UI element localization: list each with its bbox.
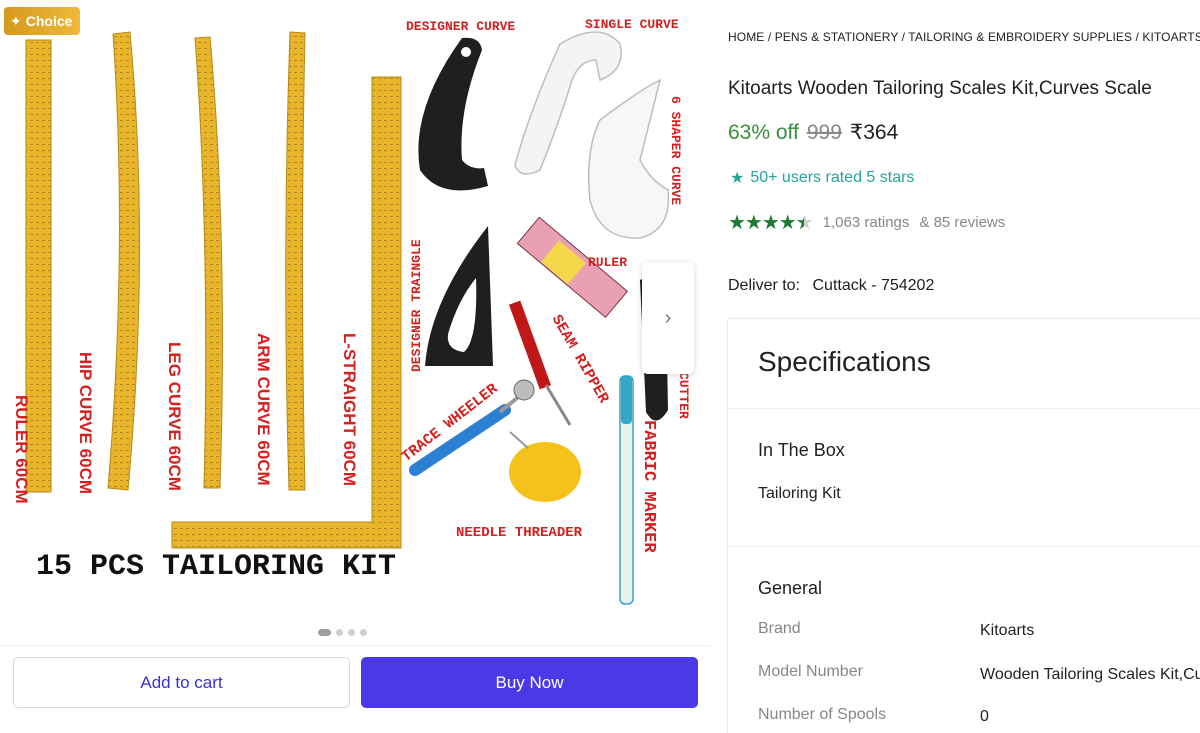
divider	[728, 408, 1200, 409]
chevron-right-icon: ›	[664, 306, 672, 329]
designer-curve-graphic	[418, 37, 488, 191]
label-fabric-marker: FABRIC MARKER	[639, 420, 658, 553]
shaper-curve-graphic	[588, 78, 670, 239]
label-l-straight: L-STRAIGHT 60CM	[340, 333, 359, 486]
carousel-dot-active[interactable]	[318, 629, 331, 636]
product-image: RULER 60CM HIP CURVE 60CM LEG CURVE 60CM…	[12, 17, 691, 605]
label-single-curve: SINGLE CURVE	[585, 17, 679, 32]
label-leg-curve: LEG CURVE 60CM	[165, 342, 184, 491]
carousel-indicator	[318, 629, 367, 636]
breadcrumb[interactable]: HOME / PENS & STATIONERY / TAILORING & E…	[728, 30, 1200, 44]
spec-key-number-of-spools: Number of Spools	[758, 706, 887, 723]
carousel-dot[interactable]	[336, 629, 343, 636]
label-arm-curve: ARM CURVE 60CM	[254, 333, 273, 486]
label-hip-curve: HIP CURVE 60CM	[76, 352, 95, 494]
carousel-dot[interactable]	[348, 629, 355, 636]
label-ruler: RULER 60CM	[12, 395, 31, 504]
spec-key-model-number: Model Number	[758, 663, 863, 680]
divider	[728, 546, 1200, 547]
label-cutter: CUTTER	[676, 372, 691, 419]
label-seam-ripper: SEAM RIPPER	[548, 312, 612, 406]
needle-threader-graphic	[509, 431, 581, 502]
in-the-box-heading: In The Box	[758, 440, 845, 460]
spec-key-brand: Brand	[758, 620, 801, 637]
choice-badge: ✦ Choice	[4, 7, 81, 35]
product-details-panel: HOME / PENS & STATIONERY / TAILORING & E…	[710, 0, 1200, 733]
choice-badge-label: Choice	[25, 13, 73, 29]
label-tape-ruler: RULER	[588, 255, 627, 270]
general-heading: General	[758, 578, 823, 598]
buy-now-button[interactable]: Buy Now	[361, 657, 698, 708]
spec-value-number-of-spools: 0	[980, 708, 989, 725]
product-media-panel: RULER 60CM HIP CURVE 60CM LEG CURVE 60CM…	[0, 0, 710, 733]
spec-value-brand: Kitoarts	[980, 622, 1035, 639]
product-image-gallery[interactable]: RULER 60CM HIP CURVE 60CM LEG CURVE 60CM…	[0, 0, 710, 645]
selling-price: ₹364	[849, 121, 899, 144]
leg-curve-graphic	[194, 36, 223, 489]
rated-users-highlight: ★ 50+ users rated 5 stars	[730, 168, 914, 188]
discount-percent: 63% off	[728, 121, 799, 144]
designer-triangle-graphic	[425, 226, 493, 366]
price-row: 63% off 999 ₹364	[728, 120, 898, 145]
arm-curve-graphic	[285, 31, 306, 491]
fabric-marker-graphic	[619, 375, 634, 605]
cta-bar: Add to cart Buy Now	[0, 645, 710, 720]
reviews-count: & 85 reviews	[919, 214, 1006, 231]
delivery-location[interactable]: Deliver to: Cuttack - 754202	[728, 277, 934, 295]
deliver-label: Deliver to:	[728, 277, 801, 294]
specifications-card: Specifications In The Box Tailoring Kit …	[727, 318, 1200, 733]
label-designer-triangle: DESIGNER TRAINGLE	[409, 239, 424, 372]
kit-caption: 15 PCS TAILORING KIT	[36, 550, 396, 584]
sparkle-icon: ✦	[10, 12, 22, 29]
star-rating-icon: ★★★★★★	[728, 212, 814, 234]
carousel-dot[interactable]	[360, 629, 367, 636]
deliver-location-value: Cuttack - 754202	[812, 277, 935, 294]
label-needle-threader: NEEDLE THREADER	[456, 525, 583, 541]
ratings-count: 1,063 ratings	[822, 214, 910, 231]
label-shaper-curve: 6 SHAPER CURVE	[668, 96, 683, 205]
in-the-box-value: Tailoring Kit	[758, 485, 841, 502]
label-designer-curve: DESIGNER CURVE	[406, 19, 515, 34]
rating-summary[interactable]: ★★★★★★ 1,063 ratings & 85 reviews	[728, 210, 1005, 235]
rated-users-text: 50+ users rated 5 stars	[750, 169, 915, 186]
sparkle-star-icon: ★	[730, 170, 745, 187]
mrp-price: 999	[806, 121, 842, 144]
hip-curve-graphic	[107, 31, 141, 491]
spec-value-model-number: Wooden Tailoring Scales Kit,Curves Scale	[980, 666, 1200, 683]
specifications-heading: Specifications	[758, 346, 931, 377]
add-to-cart-button[interactable]: Add to cart	[13, 657, 350, 708]
next-image-button[interactable]: ›	[642, 262, 694, 374]
product-title: Kitoarts Wooden Tailoring Scales Kit,Cur…	[728, 78, 1152, 99]
